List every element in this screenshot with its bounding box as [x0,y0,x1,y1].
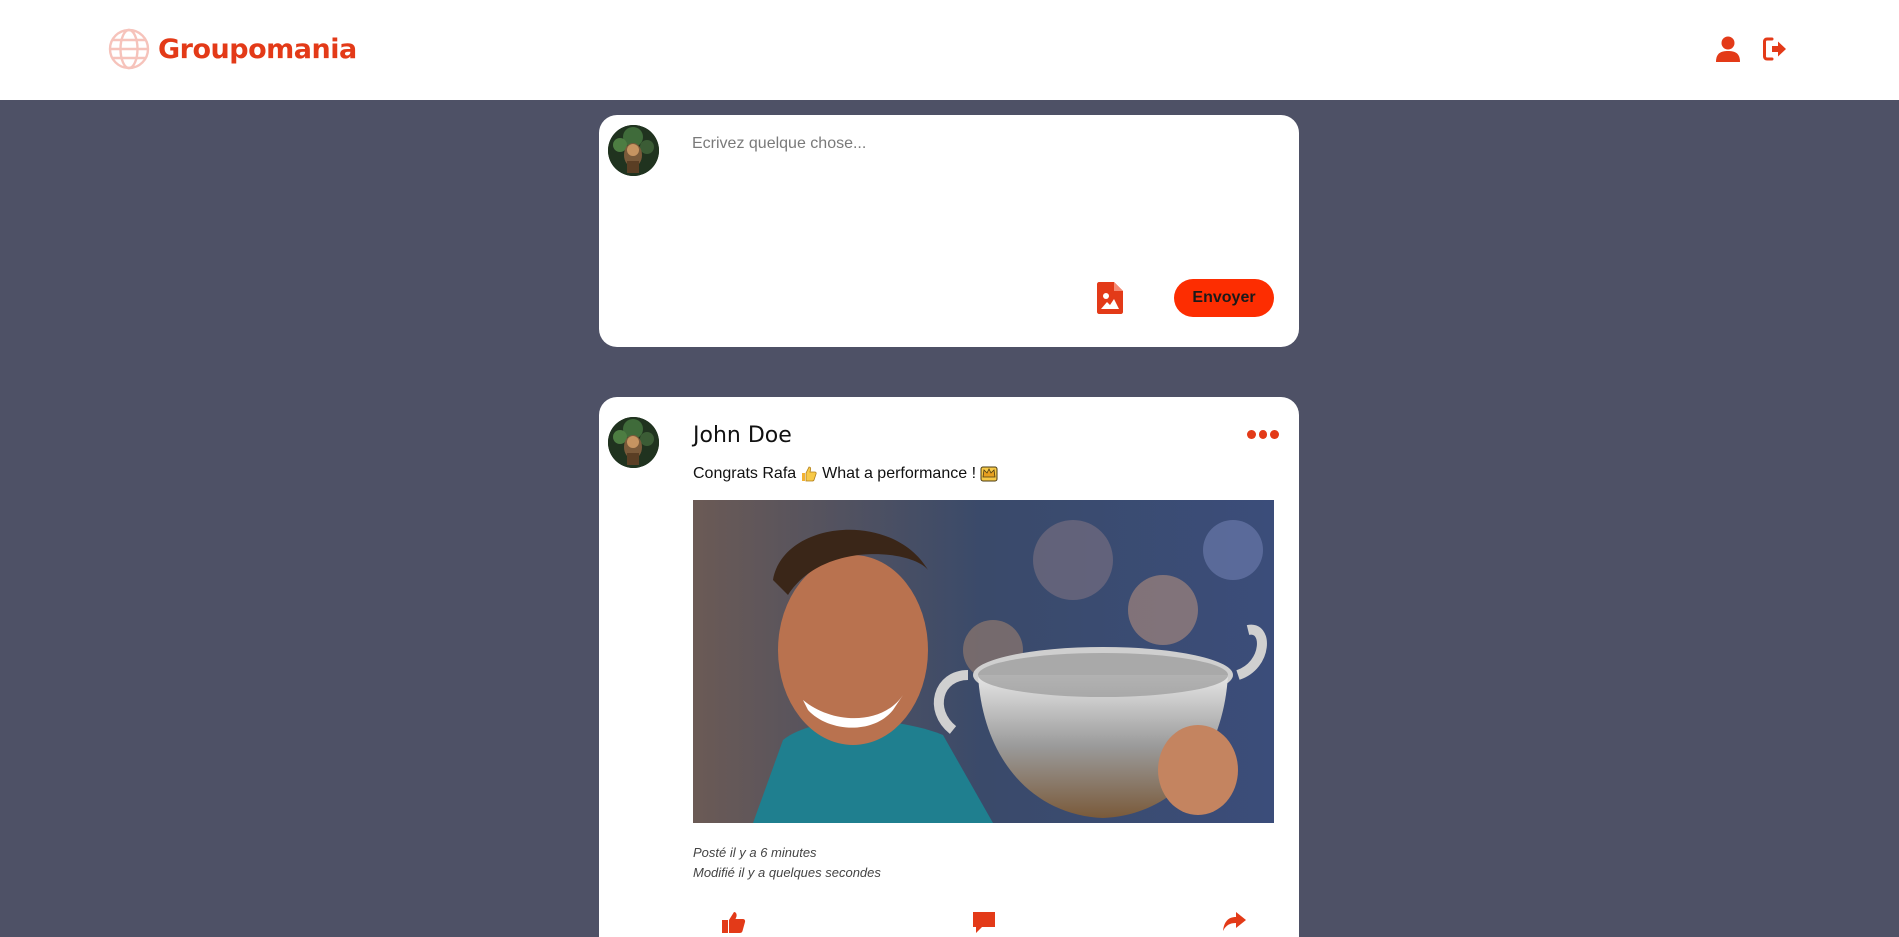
user-icon[interactable] [1714,35,1742,63]
post-text-start: Congrats Rafa [693,465,797,482]
menu-dot [1270,429,1280,439]
sign-out-icon[interactable] [1761,35,1789,63]
brand-link[interactable]: Groupomania [108,28,357,70]
post-text-input[interactable] [692,135,1272,255]
top-navbar: Groupomania [0,0,1899,100]
post-actions [599,909,1299,937]
send-button[interactable]: Envoyer [1174,279,1274,317]
modified-date: Modifié il y a quelques secondes [693,865,881,880]
post-text: Congrats Rafa What a performance ! [693,465,998,483]
avatar [608,125,659,176]
post-text-middle: What a performance ! [822,465,977,482]
new-post-composer: Envoyer [599,115,1299,347]
post-image [693,500,1274,823]
thumbs-up-icon[interactable] [721,909,747,935]
crown-emoji [980,465,998,483]
brand-name: Groupomania [158,33,357,65]
avatar [608,417,659,468]
posted-date: Posté il y a 6 minutes [693,845,817,860]
post-author: John Doe [693,423,792,448]
post-card: John Doe Congrats Rafa What a performanc… [599,397,1299,937]
ellipsis-icon[interactable] [1247,427,1280,441]
menu-dot [1258,429,1268,439]
menu-dot [1247,429,1256,439]
globe-icon [108,28,150,70]
file-image-icon[interactable] [1097,282,1123,314]
comment-icon[interactable] [971,909,997,935]
share-icon[interactable] [1221,909,1247,935]
thumbs-up-emoji [800,465,818,483]
